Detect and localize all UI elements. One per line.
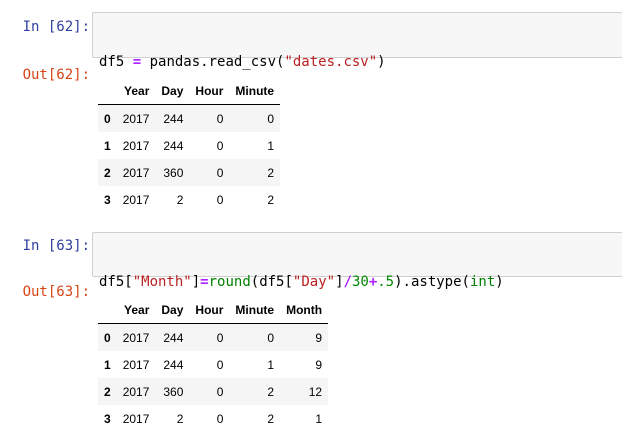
table-cell: 360	[163, 384, 184, 399]
code-token: 30	[351, 274, 369, 290]
table-cell: 1	[267, 138, 275, 153]
code-token: )	[377, 54, 386, 70]
code-token: +	[368, 274, 378, 290]
table-cell: 2	[267, 165, 275, 180]
table-header-row: Year Day Hour Minute	[98, 77, 281, 105]
row-index: 1	[104, 357, 111, 372]
column-header: Year	[116, 296, 156, 324]
table-cell: 0	[267, 111, 275, 126]
table-cell: 244	[163, 138, 184, 153]
code-token: "Day"	[292, 274, 336, 290]
column-header: Month	[280, 296, 329, 324]
table-cell: 2017	[122, 138, 150, 153]
code-token: pandas.read_csv(	[141, 54, 285, 70]
row-index: 0	[104, 111, 111, 126]
table-row: 3 2017 2 0 2	[98, 186, 280, 213]
table-cell: 2	[267, 384, 275, 399]
table-header-row: Year Day Hour Minute Month	[98, 296, 329, 324]
table-cell: 0	[216, 384, 224, 399]
code-cell-62[interactable]: df5 = pandas.read_csv("dates.csv") df5	[92, 12, 622, 124]
table-cell: 1	[315, 411, 323, 426]
output-prompt-63: Out[63]:	[22, 284, 90, 300]
table-cell: 2	[267, 411, 275, 426]
table-cell: 2017	[122, 411, 150, 426]
row-index: 2	[104, 384, 111, 399]
code-token: "Month"	[132, 274, 192, 290]
table-cell: 0	[267, 330, 275, 345]
table-cell: 2	[176, 192, 184, 207]
table-row: 1 2017 244 0 1 9	[98, 351, 328, 378]
table-cell: 0	[216, 330, 224, 345]
column-header: Minute	[229, 296, 281, 324]
code-token: "dates.csv"	[284, 54, 378, 70]
table-cell: 2	[267, 192, 275, 207]
table-cell: 9	[315, 357, 323, 372]
column-header: Year	[116, 77, 156, 105]
table-row: 3 2017 2 0 2 1	[98, 405, 328, 432]
row-index: 1	[104, 138, 111, 153]
table-cell: 2	[176, 411, 184, 426]
code-token: )	[495, 274, 504, 290]
table-cell: 2017	[122, 357, 150, 372]
table-row: 0 2017 244 0 0 9	[98, 323, 329, 351]
input-prompt-63: In [63]:	[22, 238, 90, 254]
row-index: 0	[104, 330, 111, 345]
table-cell: 0	[216, 165, 224, 180]
table-cell: 2017	[122, 111, 150, 126]
code-token: ]	[335, 274, 344, 290]
column-header	[98, 77, 117, 105]
code-token: df5	[99, 54, 133, 70]
row-index: 2	[104, 165, 111, 180]
table-cell: 2017	[122, 384, 150, 399]
table-row: 1 2017 244 0 1	[98, 132, 280, 159]
table-cell: 244	[163, 111, 184, 126]
code-line-1: df5 = pandas.read_csv("dates.csv")	[99, 53, 616, 71]
table-cell: 0	[216, 138, 224, 153]
table-cell: 9	[315, 330, 323, 345]
table-cell: 244	[163, 357, 184, 372]
column-header: Hour	[189, 296, 230, 324]
table-cell: 0	[216, 192, 224, 207]
code-token: int	[469, 274, 496, 290]
table-cell: 244	[163, 330, 184, 345]
table-cell: 0	[216, 111, 224, 126]
code-token: ).astype(	[394, 274, 470, 290]
code-token: (df5[	[250, 274, 293, 290]
column-header: Hour	[189, 77, 230, 105]
row-index: 3	[104, 192, 111, 207]
column-header: Day	[155, 77, 190, 105]
table-cell: 1	[267, 357, 275, 372]
code-token: =	[200, 274, 209, 290]
table-cell: 0	[216, 357, 224, 372]
code-line-1: df5["Month"]=round(df5["Day"]/30+.5).ast…	[99, 273, 616, 291]
row-index: 3	[104, 411, 111, 426]
column-header: Day	[155, 296, 190, 324]
table-cell: 12	[308, 384, 323, 399]
output-prompt-62: Out[62]:	[22, 67, 90, 83]
table-row: 0 2017 244 0 0	[98, 104, 281, 132]
code-token: /	[343, 274, 352, 290]
table-cell: 2017	[122, 192, 150, 207]
code-cell-63[interactable]: df5["Month"]=round(df5["Day"]/30+.5).ast…	[92, 232, 622, 344]
code-token: .5	[377, 274, 395, 290]
table-row: 2 2017 360 0 2	[98, 159, 281, 186]
table-cell: 2017	[122, 165, 150, 180]
column-header: Minute	[229, 77, 281, 105]
table-cell: 360	[163, 165, 184, 180]
code-token: ]	[191, 274, 201, 290]
table-cell: 0	[216, 411, 224, 426]
code-token: df5[	[99, 274, 133, 290]
dataframe-output-62: Year Day Hour Minute 0 2017 244 0 0 1 2017 244 0 1 2 20…	[98, 77, 281, 213]
input-prompt-62: In [62]:	[22, 19, 90, 35]
dataframe-output-63: Year Day Hour Minute Month 0 2017 244 0 0 9 1 2017 24…	[98, 296, 329, 432]
column-header	[98, 296, 117, 324]
table-row: 2 2017 360 0 2 12	[98, 378, 329, 405]
code-token: round	[208, 274, 251, 290]
table-cell: 2017	[122, 330, 150, 345]
code-token: =	[132, 54, 142, 70]
